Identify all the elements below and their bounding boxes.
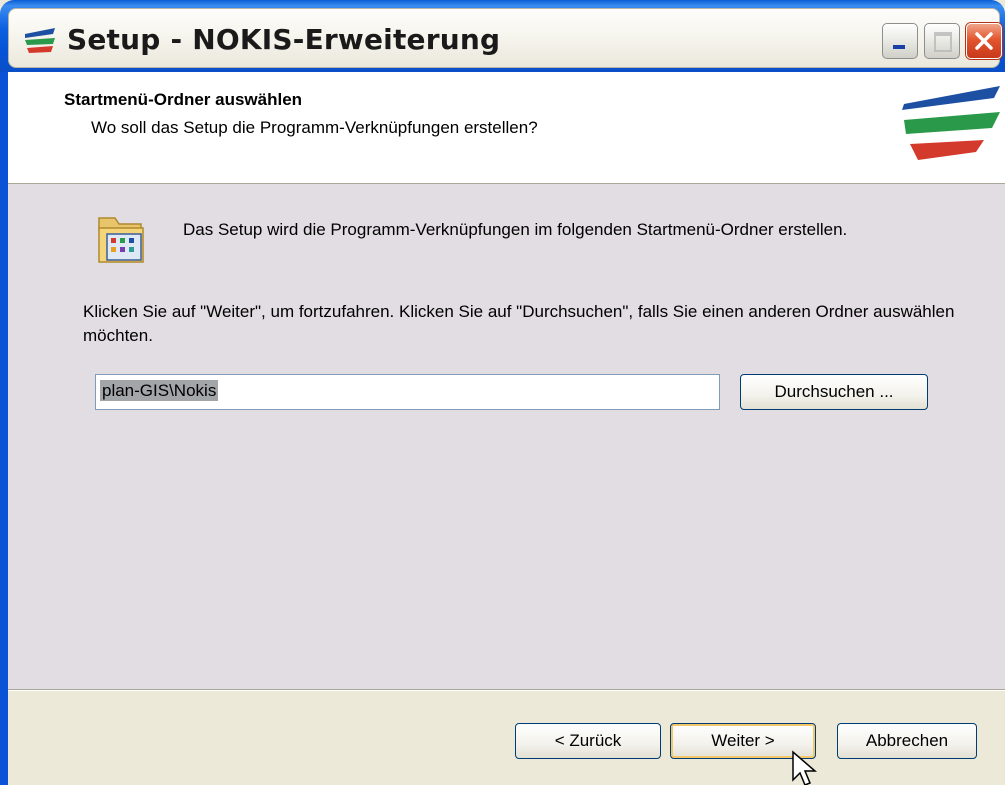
close-button[interactable] bbox=[966, 23, 1002, 59]
window-title: Setup - NOKIS-Erweiterung bbox=[67, 23, 501, 56]
info-text: Das Setup wird die Programm-Verknüpfunge… bbox=[183, 220, 848, 239]
page-title: Startmenü-Ordner auswählen bbox=[64, 90, 303, 109]
back-button[interactable]: < Zurück bbox=[515, 723, 661, 759]
title-bar-inner: Setup - NOKIS-Erweiterung bbox=[8, 8, 1002, 68]
window-left-border bbox=[0, 72, 8, 785]
setup-logo-icon bbox=[25, 28, 55, 53]
programs-folder-icon bbox=[98, 217, 144, 263]
mouse-pointer-icon bbox=[792, 750, 818, 785]
wizard-header: Startmenü-Ordner auswählen Wo soll das S… bbox=[8, 72, 1005, 184]
wizard-content: Das Setup wird die Programm-Verknüpfunge… bbox=[8, 184, 1005, 689]
minimize-icon bbox=[893, 45, 905, 49]
wizard-footer: < Zurück Weiter > Abbrechen bbox=[8, 691, 1005, 785]
page-subtitle: Wo soll das Setup die Programm-Verknüpfu… bbox=[91, 118, 538, 137]
title-bar[interactable]: Setup - NOKIS-Erweiterung bbox=[0, 0, 1005, 72]
maximize-button[interactable] bbox=[924, 23, 960, 59]
minimize-button[interactable] bbox=[882, 23, 918, 59]
setup-window: Setup - NOKIS-Erweiterung Startmenü-Ordn… bbox=[0, 0, 1005, 785]
instruction-text: Klicken Sie auf "Weiter", um fortzufahre… bbox=[83, 302, 955, 345]
close-icon bbox=[975, 32, 993, 50]
start-menu-folder-input[interactable]: plan-GIS\Nokis bbox=[95, 374, 720, 410]
cancel-button[interactable]: Abbrechen bbox=[837, 723, 977, 759]
browse-button[interactable]: Durchsuchen ... bbox=[740, 374, 928, 410]
nokis-logo-icon bbox=[902, 86, 1000, 160]
maximize-icon bbox=[934, 32, 952, 52]
selected-folder-text: plan-GIS\Nokis bbox=[100, 380, 219, 401]
